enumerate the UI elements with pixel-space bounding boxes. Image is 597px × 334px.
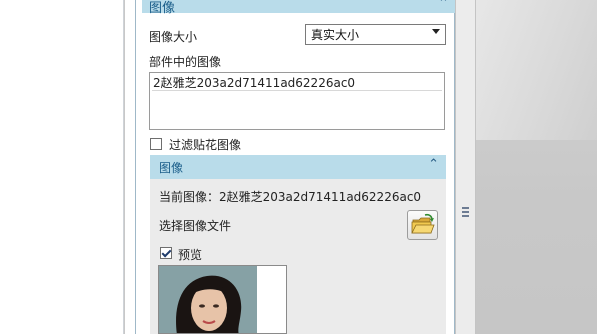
list-item[interactable]: 2赵雅芝203a2d71411ad62226ac0	[152, 74, 442, 91]
grip-icon	[462, 207, 469, 217]
open-folder-icon	[411, 213, 435, 234]
image-preview	[158, 265, 287, 334]
app-window: 图像 ⌃ 图像大小 真实大小 部件中的图像 2赵雅芝203a2d71411ad6…	[0, 0, 597, 334]
image-group-title: 图像	[149, 1, 176, 16]
chevron-up-icon[interactable]: ⌃	[438, 0, 449, 11]
image-size-label: 图像大小	[149, 30, 198, 44]
chevron-down-icon	[432, 29, 440, 34]
image-size-value: 真实大小	[311, 28, 360, 42]
filter-decal-checkbox[interactable]	[150, 138, 162, 150]
preview-label: 预览	[178, 248, 203, 262]
preview-photo	[159, 266, 257, 333]
image-section-header[interactable]: 图像 ⌃	[150, 155, 446, 179]
select-image-file-label: 选择图像文件	[159, 219, 232, 233]
graphics-area[interactable]	[0, 0, 124, 334]
workspace-background-highlight	[476, 0, 597, 140]
browse-image-button[interactable]	[407, 210, 438, 240]
image-group-header[interactable]	[142, 0, 456, 13]
current-image-label: 当前图像：2赵雅芝203a2d71411ad62226ac0	[159, 190, 422, 204]
image-size-dropdown[interactable]: 真实大小	[305, 24, 446, 45]
chevron-up-icon[interactable]: ⌃	[428, 157, 439, 172]
preview-checkbox[interactable]	[160, 247, 172, 259]
image-section-title: 图像	[159, 161, 184, 175]
panel-splitter[interactable]	[455, 0, 476, 334]
filter-decal-label: 过滤贴花图像	[169, 138, 242, 152]
part-images-list[interactable]: 2赵雅芝203a2d71411ad62226ac0	[149, 72, 445, 130]
part-images-label: 部件中的图像	[149, 55, 222, 69]
